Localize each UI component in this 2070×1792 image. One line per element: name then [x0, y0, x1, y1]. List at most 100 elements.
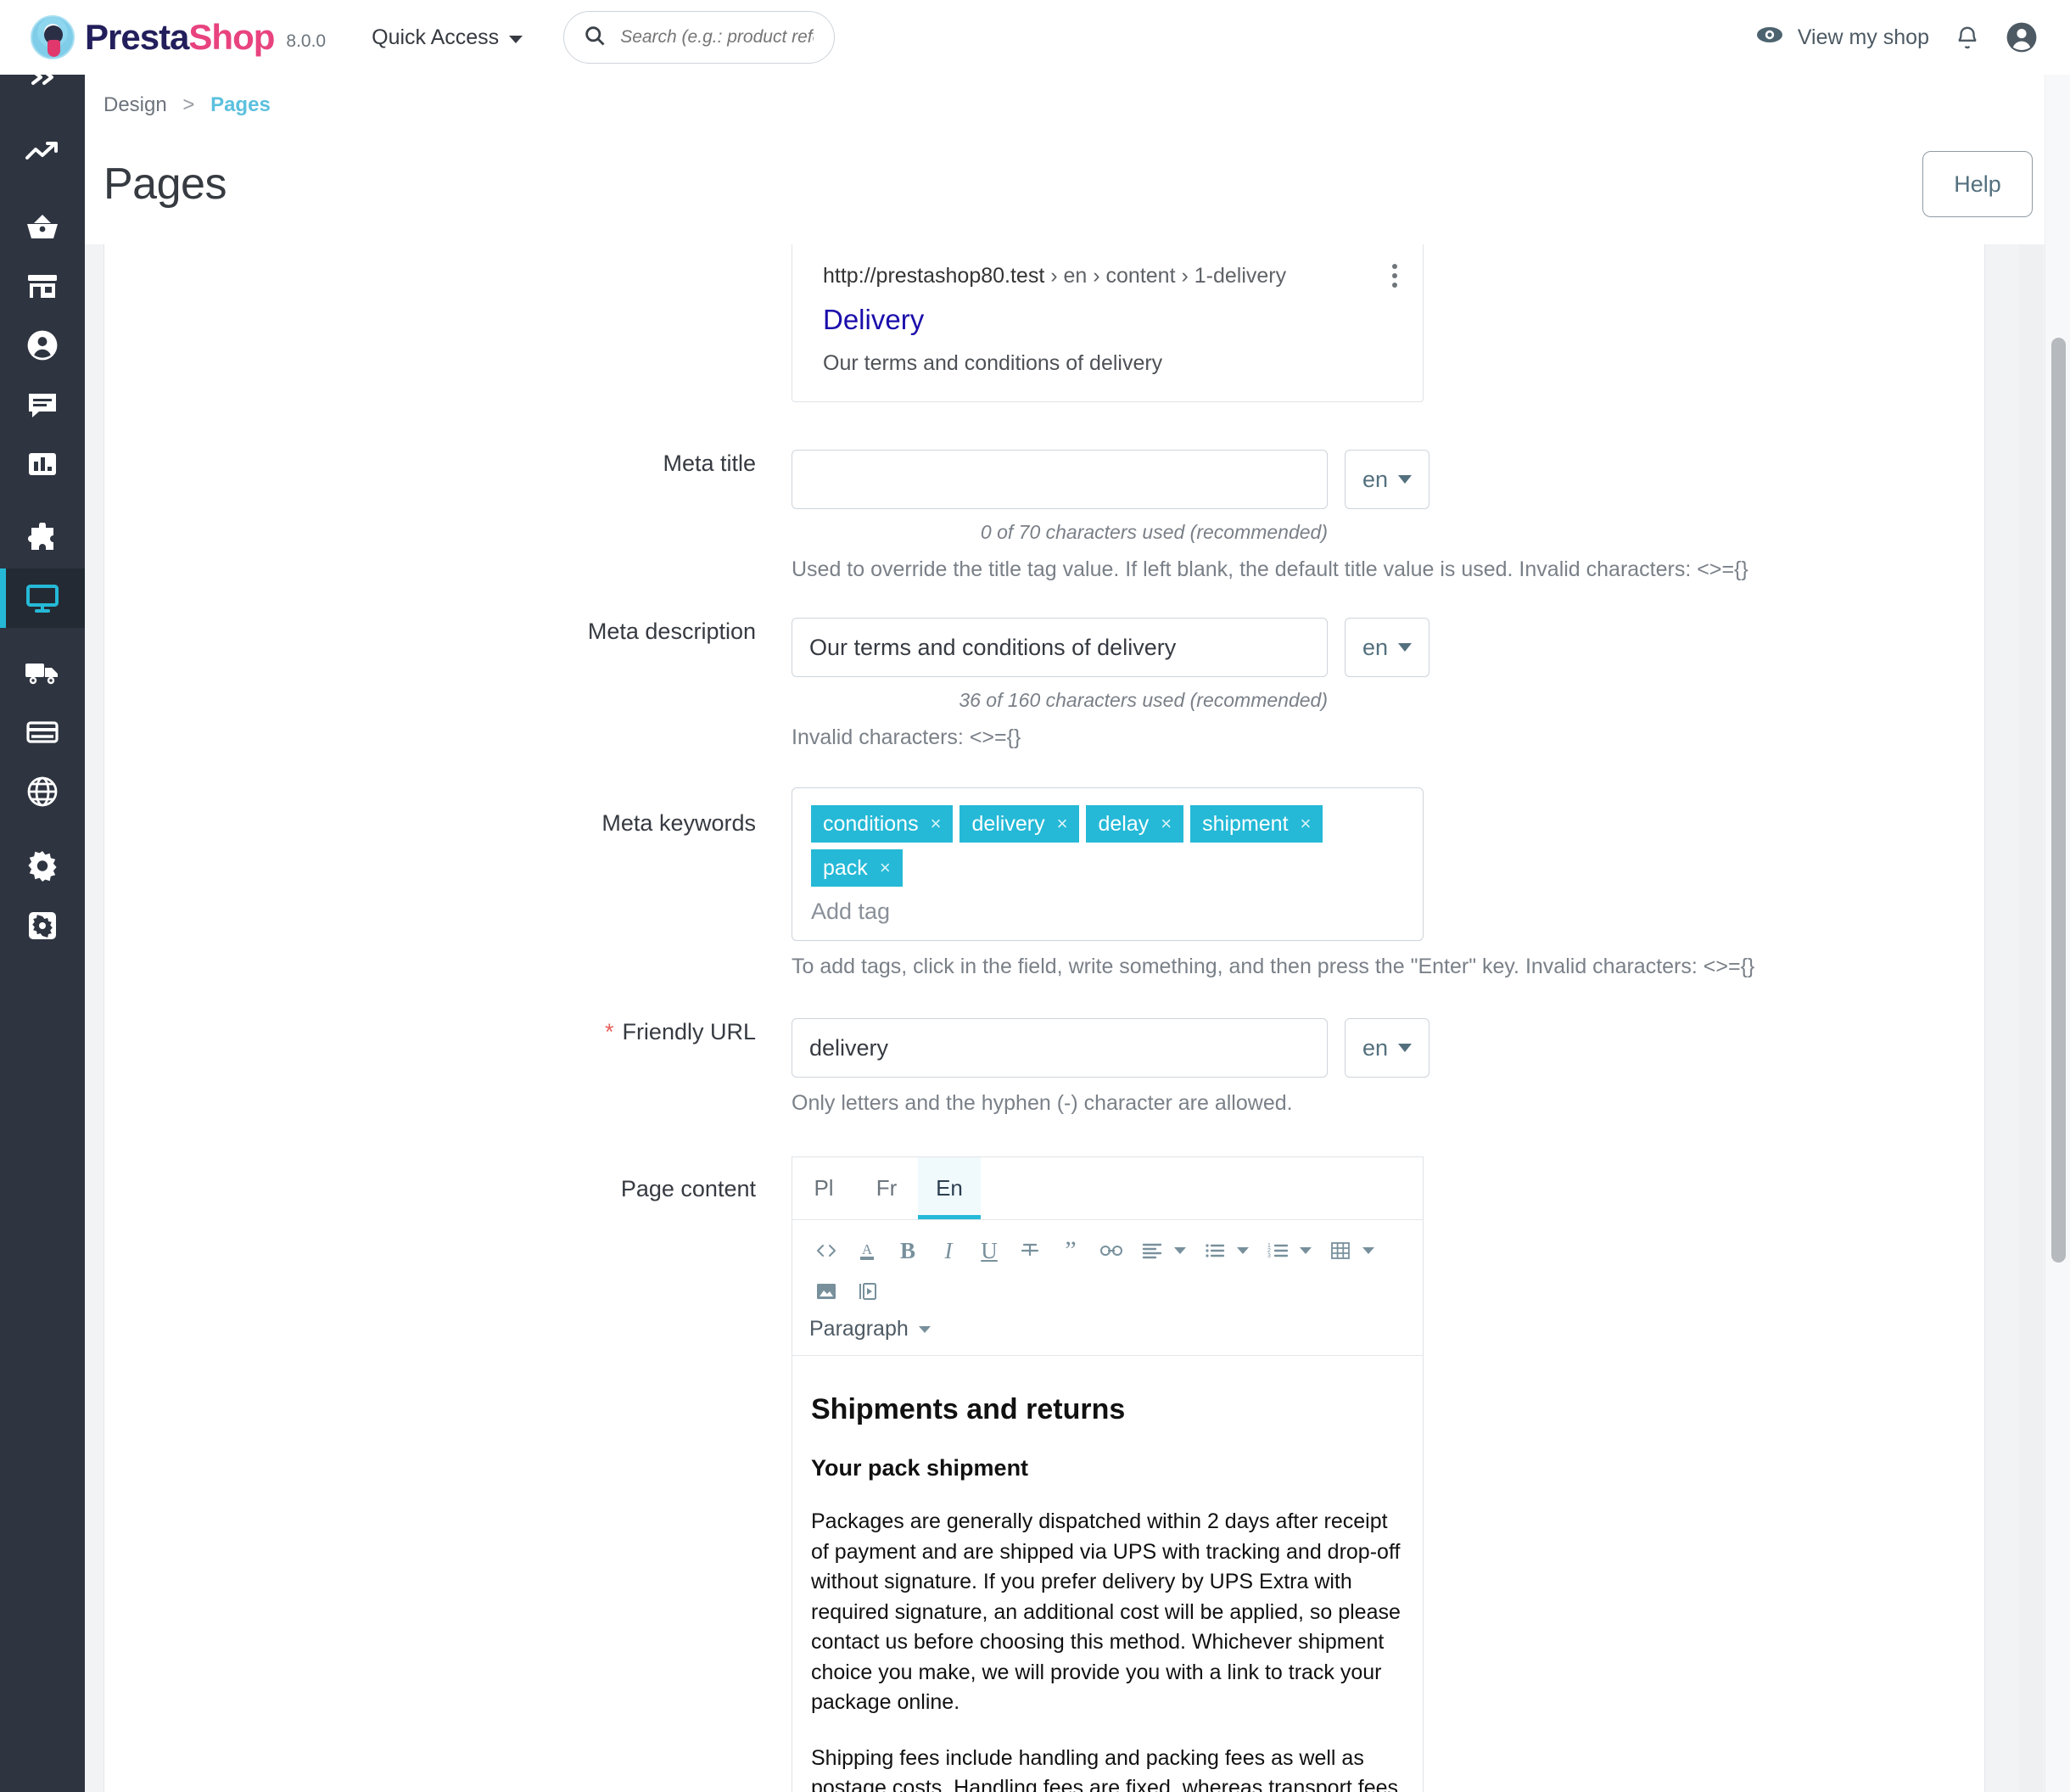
top-header: PrestaShop 8.0.0 Quick Access View my sh…: [0, 0, 2070, 75]
editor-content-body[interactable]: Shipments and returns Your pack shipment…: [792, 1356, 1423, 1792]
breadcrumb: Design > Pages: [104, 93, 2070, 117]
sidebar-item-catalog[interactable]: [0, 256, 85, 316]
sidebar-item-customers[interactable]: [0, 316, 85, 375]
page-content-row: Page content PlFrEn A: [104, 1156, 1984, 1792]
search-icon: [583, 24, 607, 52]
chevron-down-icon: [509, 36, 523, 43]
breadcrumb-parent[interactable]: Design: [104, 93, 167, 116]
seo-preview-description: Our terms and conditions of delivery: [823, 351, 1394, 376]
brand-name-second: Shop: [188, 17, 274, 57]
sidebar-item-stats[interactable]: [0, 434, 85, 494]
breadcrumb-separator: >: [182, 93, 194, 116]
text-color-icon[interactable]: A: [848, 1232, 886, 1269]
bar-chart-icon: [26, 450, 59, 479]
friendly-url-language-value: en: [1362, 1035, 1388, 1061]
meta-description-field-col: en 36 of 160 characters used (recommende…: [792, 618, 1984, 750]
source-code-icon[interactable]: [808, 1232, 845, 1269]
bold-icon[interactable]: B: [889, 1232, 926, 1269]
chevron-down-icon: [1398, 1044, 1412, 1052]
search-bar[interactable]: [563, 11, 835, 64]
meta-description-language-select[interactable]: en: [1345, 618, 1429, 677]
remove-tag-icon[interactable]: ×: [1057, 813, 1068, 835]
puzzle-piece-icon: [25, 523, 59, 555]
image-icon[interactable]: [808, 1273, 845, 1310]
kebab-menu-icon[interactable]: [1392, 264, 1397, 292]
keyword-tag-label: pack: [823, 856, 868, 881]
seo-preview-title[interactable]: Delivery: [823, 304, 1394, 336]
link-icon[interactable]: [1093, 1232, 1130, 1269]
prestashop-logo-icon: [31, 15, 75, 59]
friendly-url-language-select[interactable]: en: [1345, 1018, 1429, 1078]
italic-icon[interactable]: I: [930, 1232, 967, 1269]
sidebar-item-dashboard[interactable]: [0, 122, 85, 182]
numbered-list-icon[interactable]: 1 2 3: [1259, 1232, 1296, 1269]
editor-format-label: Paragraph: [809, 1317, 909, 1341]
meta-title-language-select[interactable]: en: [1345, 450, 1429, 509]
numbered-list-dropdown-caret-icon[interactable]: [1300, 1247, 1312, 1254]
form-scroll-area[interactable]: http://prestashop80.test › en › content …: [85, 244, 2070, 1792]
sidebar-item-design[interactable]: [0, 568, 85, 628]
strikethrough-icon[interactable]: [1011, 1232, 1049, 1269]
friendly-url-input[interactable]: [792, 1018, 1328, 1078]
quick-access-label: Quick Access: [372, 25, 499, 50]
seo-form-panel: http://prestashop80.test › en › content …: [104, 244, 1985, 1792]
remove-tag-icon[interactable]: ×: [931, 813, 942, 835]
page-content-label: Page content: [104, 1156, 792, 1202]
sidebar-item-payment[interactable]: [0, 703, 85, 762]
remove-tag-icon[interactable]: ×: [1301, 813, 1312, 835]
meta-title-row: Meta title en 0 of 70 characters used (r…: [104, 450, 1984, 582]
brand-logo-area[interactable]: PrestaShop 8.0.0: [31, 15, 326, 59]
bullet-list-dropdown-caret-icon[interactable]: [1237, 1247, 1249, 1254]
keyword-tag: shipment×: [1190, 805, 1323, 843]
version-label: 8.0.0: [286, 31, 326, 52]
inner-scrollbar-track[interactable]: [2019, 244, 2043, 1792]
meta-description-input[interactable]: [792, 618, 1328, 677]
bullet-list-icon[interactable]: [1196, 1232, 1234, 1269]
editor-toolbar: A B I U ”: [792, 1220, 1423, 1315]
sidebar-item-advanced-parameters[interactable]: [0, 896, 85, 955]
sidebar-item-modules[interactable]: [0, 509, 85, 568]
meta-title-field-col: en 0 of 70 characters used (recommended)…: [792, 450, 1984, 582]
align-dropdown-caret-icon[interactable]: [1174, 1247, 1186, 1254]
sidebar-item-customer-service[interactable]: [0, 375, 85, 434]
sidebar-item-shop-parameters[interactable]: [0, 837, 85, 896]
sidebar-item-orders[interactable]: [0, 197, 85, 256]
keyword-tag-label: delay: [1098, 812, 1149, 837]
editor-format-dropdown[interactable]: Paragraph: [792, 1315, 1423, 1356]
truck-icon: [24, 659, 61, 686]
search-input[interactable]: [618, 26, 815, 48]
align-icon[interactable]: [1133, 1232, 1171, 1269]
meta-keywords-hint: To add tags, click in the field, write s…: [792, 955, 1984, 979]
table-dropdown-caret-icon[interactable]: [1362, 1247, 1374, 1254]
account-button[interactable]: [2006, 21, 2038, 53]
underline-icon[interactable]: U: [971, 1232, 1008, 1269]
meta-keywords-field-col: conditions×delivery×delay×shipment×pack×…: [792, 787, 1984, 979]
keyword-tag: delay ×: [1086, 805, 1183, 843]
meta-title-input[interactable]: [792, 450, 1328, 509]
remove-tag-icon[interactable]: ×: [880, 857, 891, 879]
sidebar-item-shipping[interactable]: [0, 643, 85, 703]
editor-language-tab-fr[interactable]: Fr: [855, 1157, 918, 1219]
page-scrollbar-track[interactable]: [2045, 75, 2070, 1792]
wysiwyg-editor: PlFrEn A: [792, 1156, 1424, 1792]
meta-keywords-tag-input[interactable]: conditions×delivery×delay×shipment×pack×…: [792, 787, 1424, 941]
notifications-button[interactable]: [1955, 23, 1980, 52]
brand-name: PrestaShop: [85, 17, 274, 58]
remove-tag-icon[interactable]: ×: [1161, 813, 1172, 835]
gear-icon: [25, 849, 59, 883]
brand-name-first: Presta: [85, 17, 188, 57]
breadcrumb-current[interactable]: Pages: [210, 93, 271, 116]
blockquote-icon[interactable]: ”: [1052, 1232, 1089, 1269]
page-scrollbar-thumb[interactable]: [2051, 338, 2066, 1263]
seo-preview-domain: http://prestashop80.test: [823, 264, 1044, 288]
editor-language-tab-en[interactable]: En: [918, 1157, 981, 1219]
table-icon[interactable]: [1322, 1232, 1359, 1269]
sidebar-item-international[interactable]: [0, 762, 85, 821]
quick-access-menu[interactable]: Quick Access: [372, 25, 523, 50]
view-my-shop-button[interactable]: View my shop: [1755, 25, 1929, 51]
editor-language-tab-pl[interactable]: Pl: [792, 1157, 855, 1219]
help-button[interactable]: Help: [1922, 151, 2033, 217]
add-tag-placeholder[interactable]: Add tag: [811, 899, 1404, 925]
video-icon[interactable]: [848, 1273, 886, 1310]
person-circle-icon: [26, 329, 59, 361]
